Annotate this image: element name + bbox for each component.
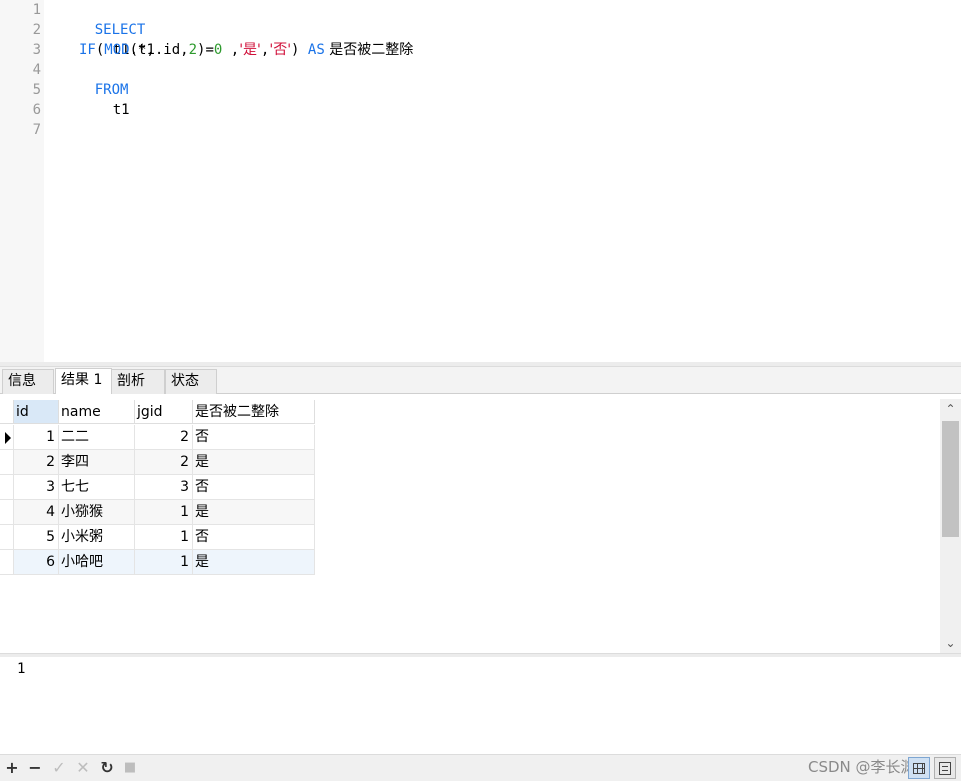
table-row[interactable]: 5 小米粥 1 否 <box>0 525 315 550</box>
code-line-1: SELECT <box>61 0 146 38</box>
chevron-up-icon[interactable]: ⌃ <box>940 399 961 419</box>
grid-view-button[interactable] <box>908 757 930 779</box>
column-header-divisible[interactable]: 是否被二整除 <box>193 400 315 424</box>
chevron-down-icon[interactable]: ⌄ <box>940 633 961 653</box>
grid-toolbar: + − ✓ ✕ ↻ ■ CSDN @李长渊哦 <box>0 754 961 781</box>
row-indicator <box>0 475 14 500</box>
vertical-scrollbar[interactable]: ⌃ ⌄ <box>940 399 961 653</box>
function-mod: MOD <box>104 42 130 58</box>
cell-jgid[interactable]: 2 <box>135 425 193 450</box>
cell-id[interactable]: 6 <box>14 550 59 575</box>
grid-view-icon <box>913 763 925 774</box>
sql-editor[interactable]: 1 2 3 4 5 6 7 SELECT t1.*, IF(MOD(t1.id,… <box>0 0 961 362</box>
code-line-4: FROM <box>61 60 129 98</box>
column-header-name[interactable]: name <box>59 400 135 424</box>
code-text: )= <box>197 42 214 58</box>
refresh-button[interactable]: ↻ <box>97 758 117 778</box>
column-header-jgid[interactable]: jgid <box>135 400 193 424</box>
form-view-icon <box>939 762 951 775</box>
line-number: 1 <box>32 2 41 18</box>
cell-id[interactable]: 2 <box>14 450 59 475</box>
header-corner <box>0 400 14 424</box>
code-text: , <box>222 42 240 58</box>
value-text-panel[interactable]: 1 <box>0 657 961 754</box>
row-indicator <box>0 450 14 475</box>
tab-result-1[interactable]: 结果 1 <box>55 368 112 394</box>
code-text: (t1.id, <box>129 42 189 58</box>
line-number: 6 <box>32 102 41 118</box>
function-if: IF <box>79 42 96 58</box>
tab-profile[interactable]: 剖析 <box>111 369 165 394</box>
result-grid[interactable]: id name jgid 是否被二整除 1 二二 2 否 2 李四 2 是 3 … <box>0 395 940 653</box>
cell-divisible[interactable]: 是 <box>193 500 315 525</box>
code-line-2: t1.*, <box>79 20 155 58</box>
table-row[interactable]: 3 七七 3 否 <box>0 475 315 500</box>
add-row-button[interactable]: + <box>2 758 22 778</box>
code-text: t1 <box>112 102 130 118</box>
cell-jgid[interactable]: 2 <box>135 450 193 475</box>
tab-status[interactable]: 状态 <box>165 369 217 394</box>
cell-divisible[interactable]: 否 <box>193 525 315 550</box>
row-indicator <box>0 425 14 450</box>
cell-value-text: 1 <box>17 661 26 677</box>
cell-jgid[interactable]: 1 <box>135 550 193 575</box>
line-number: 4 <box>32 62 41 78</box>
result-tab-bar: 信息 结果 1 剖析 状态 <box>0 367 961 394</box>
tab-info[interactable]: 信息 <box>2 369 54 394</box>
arrow-right-icon <box>5 432 11 444</box>
cell-name[interactable]: 小米粥 <box>59 525 135 550</box>
stop-button[interactable]: ■ <box>120 758 140 778</box>
string-literal: '否' <box>269 42 292 58</box>
cell-jgid[interactable]: 1 <box>135 525 193 550</box>
line-number: 3 <box>32 42 41 58</box>
code-line-5: t1 <box>79 80 130 118</box>
cell-name[interactable]: 七七 <box>59 475 135 500</box>
row-indicator <box>0 550 14 575</box>
line-number-gutter: 1 2 3 4 5 6 7 <box>0 0 44 362</box>
cell-id[interactable]: 3 <box>14 475 59 500</box>
cell-name[interactable]: 二二 <box>59 425 135 450</box>
line-number: 5 <box>32 82 41 98</box>
code-line-3: IF(MOD(t1.id,2)=0 ,'是','否') AS 是否被二整除 <box>79 40 413 60</box>
cell-divisible[interactable]: 是 <box>193 550 315 575</box>
discard-changes-button[interactable]: ✕ <box>73 758 93 778</box>
cell-divisible[interactable]: 是 <box>193 450 315 475</box>
line-number: 7 <box>32 122 41 138</box>
cell-id[interactable]: 1 <box>14 425 59 450</box>
string-literal: '是' <box>239 42 261 58</box>
apply-changes-button[interactable]: ✓ <box>49 758 69 778</box>
delete-row-button[interactable]: − <box>25 758 45 778</box>
cell-name[interactable]: 李四 <box>59 450 135 475</box>
cell-jgid[interactable]: 1 <box>135 500 193 525</box>
table-row[interactable]: 6 小哈吧 1 是 <box>0 550 315 575</box>
form-view-button[interactable] <box>934 757 956 779</box>
keyword-as: AS <box>307 42 325 58</box>
row-indicator <box>0 525 14 550</box>
cell-name[interactable]: 小哈吧 <box>59 550 135 575</box>
cell-name[interactable]: 小猕猴 <box>59 500 135 525</box>
scroll-thumb[interactable] <box>942 421 959 537</box>
cell-jgid[interactable]: 3 <box>135 475 193 500</box>
table-row[interactable]: 1 二二 2 否 <box>0 425 315 450</box>
cell-id[interactable]: 5 <box>14 525 59 550</box>
cell-id[interactable]: 4 <box>14 500 59 525</box>
line-number: 2 <box>32 22 41 38</box>
number-literal: 2 <box>188 42 198 58</box>
cell-divisible[interactable]: 否 <box>193 475 315 500</box>
table-row[interactable]: 2 李四 2 是 <box>0 450 315 475</box>
row-indicator <box>0 500 14 525</box>
cell-divisible[interactable]: 否 <box>193 425 315 450</box>
column-header-id[interactable]: id <box>14 400 59 424</box>
column-alias: 是否被二整除 <box>324 42 414 58</box>
table-row[interactable]: 4 小猕猴 1 是 <box>0 500 315 525</box>
code-text: ) <box>291 42 308 58</box>
